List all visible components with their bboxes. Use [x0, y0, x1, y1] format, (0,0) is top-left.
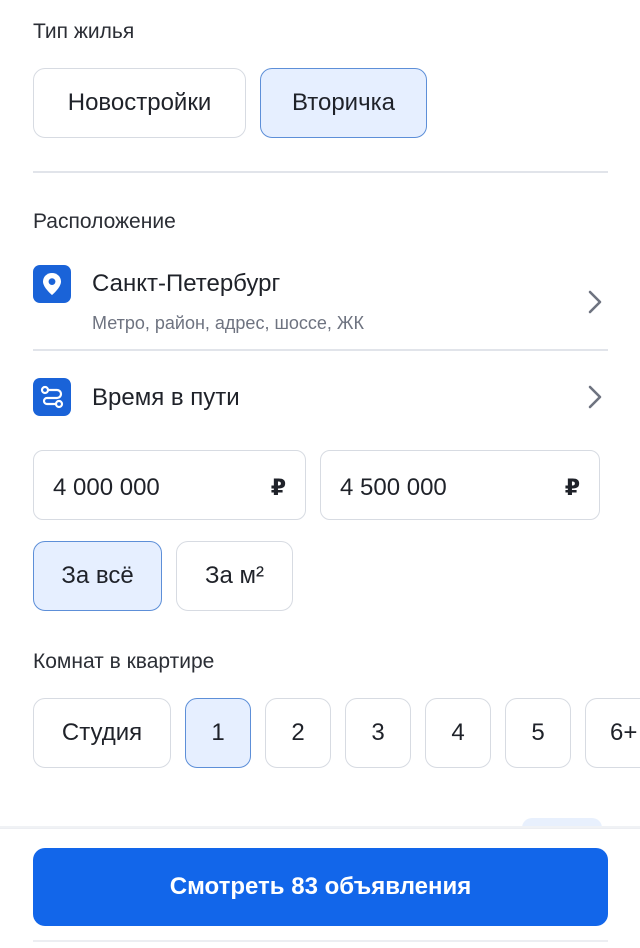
- route-icon: [33, 378, 71, 416]
- price-from-value: 4 000 000: [53, 474, 160, 501]
- rooms-option-5[interactable]: 5: [505, 698, 571, 768]
- rooms-option-1-label: 1: [211, 719, 225, 746]
- show-listings-button-label: Смотреть 83 объявления: [169, 873, 472, 900]
- rooms-option-5-label: 5: [531, 719, 545, 746]
- rooms-section-label: Комнат в квартире: [33, 650, 215, 673]
- price-to-field[interactable]: 4 500 000 ₽: [320, 450, 600, 520]
- rooms-option-6-plus[interactable]: 6+: [585, 698, 640, 768]
- chevron-right-icon: [588, 385, 602, 409]
- price-mode-per-sqm-label: За м²: [204, 562, 264, 589]
- rooms-option-4[interactable]: 4: [425, 698, 491, 768]
- ruble-icon: ₽: [270, 475, 286, 500]
- rooms-option-3-label: 3: [371, 719, 385, 746]
- price-mode-total[interactable]: За всё: [33, 541, 162, 611]
- rooms-option-2[interactable]: 2: [265, 698, 331, 768]
- price-from-field[interactable]: 4 000 000 ₽: [33, 450, 306, 520]
- show-listings-button[interactable]: Смотреть 83 объявления: [33, 848, 608, 926]
- housing-type-label: Тип жилья: [33, 20, 135, 43]
- rooms-option-3[interactable]: 3: [345, 698, 411, 768]
- housing-option-new[interactable]: Новостройки: [33, 68, 246, 138]
- price-to-value: 4 500 000: [340, 474, 447, 501]
- housing-option-secondary[interactable]: Вторичка: [260, 68, 427, 138]
- location-hint: Метро, район, адрес, шоссе, ЖК: [92, 313, 365, 333]
- ruble-icon: ₽: [564, 475, 580, 500]
- housing-option-new-label: Новостройки: [67, 89, 212, 116]
- divider: [33, 940, 608, 942]
- rooms-option-studio[interactable]: Студия: [33, 698, 171, 768]
- chevron-right-icon: [588, 290, 602, 314]
- rooms-option-4-label: 4: [451, 719, 465, 746]
- location-section-label: Расположение: [33, 210, 176, 233]
- location-pin-icon: [33, 265, 71, 303]
- price-mode-per-sqm[interactable]: За м²: [176, 541, 293, 611]
- rooms-option-6-plus-label: 6+: [610, 719, 638, 746]
- divider: [33, 171, 608, 173]
- rooms-option-2-label: 2: [291, 719, 305, 746]
- housing-option-secondary-label: Вторичка: [292, 89, 395, 116]
- rooms-option-1[interactable]: 1: [185, 698, 251, 768]
- location-city: Санкт-Петербург: [92, 270, 281, 297]
- rooms-option-studio-label: Студия: [61, 719, 143, 746]
- price-mode-total-label: За всё: [61, 562, 134, 589]
- commute-title: Время в пути: [92, 384, 240, 411]
- divider: [33, 349, 608, 351]
